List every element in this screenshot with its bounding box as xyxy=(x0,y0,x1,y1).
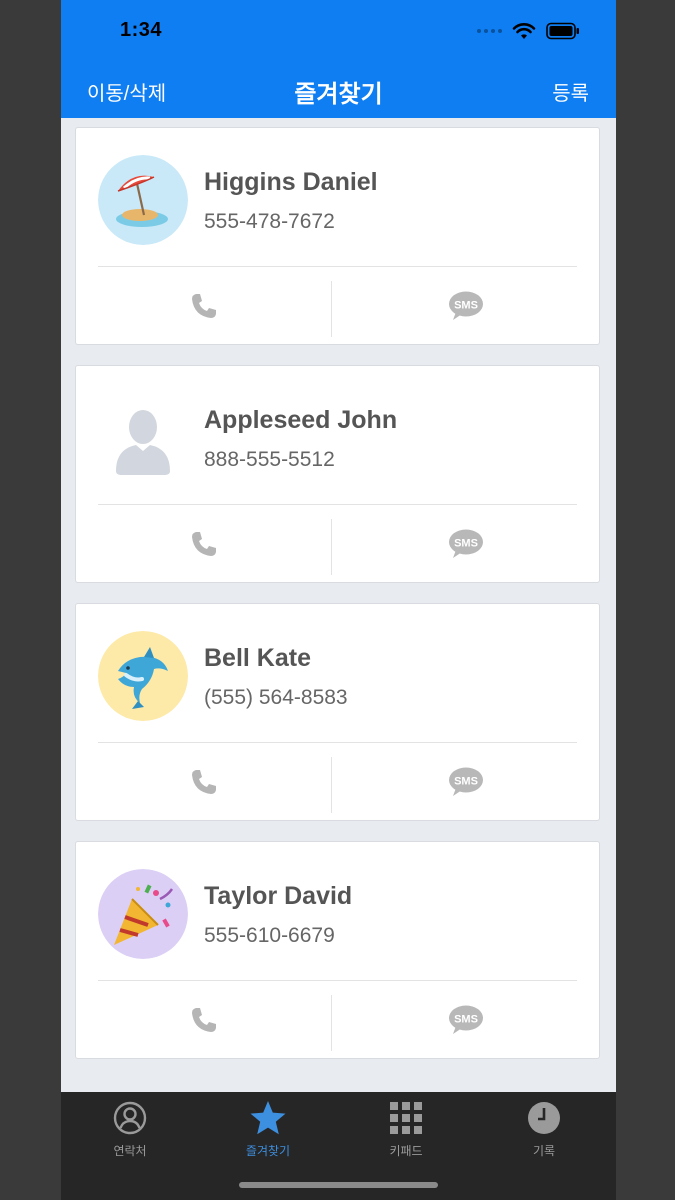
avatar xyxy=(98,393,188,483)
phone-screen: 1:34 이동/삭제 즐겨찾기 등록 Higgins Daniel 555-47… xyxy=(61,0,616,1200)
tab-contacts[interactable]: 연락처 xyxy=(61,1100,199,1159)
wifi-icon xyxy=(512,23,536,39)
keypad-grid-icon xyxy=(390,1102,422,1134)
phone-icon xyxy=(191,770,216,794)
sms-bubble-icon: SMS xyxy=(449,291,483,320)
contact-phone: (555) 564-8583 xyxy=(204,686,348,709)
sms-bubble-icon: SMS xyxy=(449,767,483,796)
contact-phone: 888-555-5512 xyxy=(204,448,335,471)
contact-name: Higgins Daniel xyxy=(204,168,378,196)
dolphin-icon xyxy=(98,631,188,721)
tab-label: 키패드 xyxy=(389,1144,423,1158)
phone-icon xyxy=(191,294,216,318)
call-button[interactable] xyxy=(76,267,331,345)
contact-card[interactable]: Higgins Daniel 555-478-7672 SMS xyxy=(75,127,600,345)
page-title: 즐겨찾기 xyxy=(294,81,383,108)
avatar xyxy=(98,631,188,721)
register-button[interactable]: 등록 xyxy=(552,77,589,106)
sms-bubble-icon: SMS xyxy=(449,529,483,558)
home-indicator xyxy=(239,1182,438,1188)
contact-card[interactable]: Appleseed John 888-555-5512 SMS xyxy=(75,365,600,583)
phone-icon xyxy=(191,1008,216,1032)
battery-icon xyxy=(546,22,579,40)
avatar xyxy=(98,155,188,245)
tab-keypad[interactable]: 키패드 xyxy=(337,1100,475,1159)
person-silhouette-icon xyxy=(98,393,188,483)
navigation-bar: 1:34 이동/삭제 즐겨찾기 등록 xyxy=(61,0,616,118)
clock-icon xyxy=(528,1102,560,1134)
contact-phone: 555-478-7672 xyxy=(204,210,335,233)
cellular-signal-icon xyxy=(477,29,502,33)
favorites-list: Higgins Daniel 555-478-7672 SMS Applesee… xyxy=(75,127,602,1079)
person-circle-icon xyxy=(113,1101,147,1135)
call-button[interactable] xyxy=(76,981,331,1059)
sms-label: SMS xyxy=(454,300,478,312)
party-popper-icon xyxy=(98,869,188,959)
tab-recents[interactable]: 기록 xyxy=(475,1100,613,1159)
sms-button[interactable]: SMS xyxy=(332,505,600,583)
sms-label: SMS xyxy=(454,776,478,788)
status-icons xyxy=(477,22,580,40)
sms-button[interactable]: SMS xyxy=(332,981,600,1059)
sms-bubble-icon: SMS xyxy=(449,1005,483,1034)
sms-button[interactable]: SMS xyxy=(332,267,600,345)
contact-phone: 555-610-6679 xyxy=(204,924,335,947)
beach-umbrella-icon xyxy=(98,155,188,245)
status-time: 1:34 xyxy=(120,19,163,41)
tab-favorites[interactable]: 즐겨찾기 xyxy=(199,1100,337,1159)
call-button[interactable] xyxy=(76,743,331,821)
sms-label: SMS xyxy=(454,1014,478,1026)
avatar xyxy=(98,869,188,959)
tab-bar: 연락처 즐겨찾기 키패드 기록 xyxy=(61,1092,616,1200)
tab-label: 즐겨찾기 xyxy=(245,1144,291,1158)
contact-card[interactable]: Bell Kate (555) 564-8583 SMS xyxy=(75,603,600,821)
star-icon xyxy=(250,1101,286,1135)
sms-label: SMS xyxy=(454,538,478,550)
contact-card[interactable]: Taylor David 555-610-6679 SMS xyxy=(75,841,600,1059)
call-button[interactable] xyxy=(76,505,331,583)
phone-icon xyxy=(191,532,216,556)
contact-name: Appleseed John xyxy=(204,406,398,434)
tab-label: 기록 xyxy=(532,1144,556,1158)
tab-label: 연락처 xyxy=(113,1144,147,1158)
contact-name: Bell Kate xyxy=(204,644,311,672)
contact-name: Taylor David xyxy=(204,882,353,910)
sms-button[interactable]: SMS xyxy=(332,743,600,821)
